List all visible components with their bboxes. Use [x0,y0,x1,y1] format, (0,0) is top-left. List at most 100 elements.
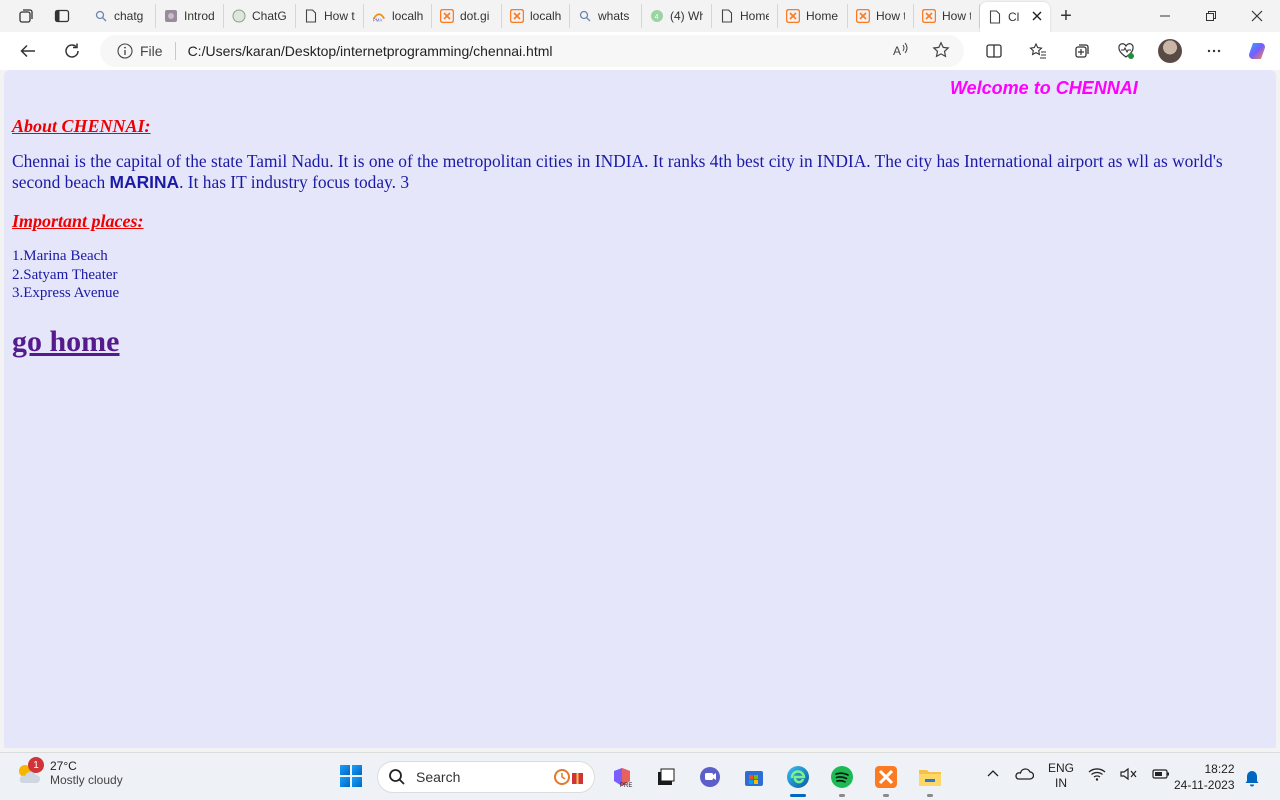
vertical-tabs-icon[interactable] [54,8,70,24]
taskbar-apps: PRE [604,761,948,797]
restore-button[interactable] [1188,0,1234,32]
chevron-up-icon[interactable] [986,767,1000,786]
tab[interactable]: Introd [156,4,224,28]
search-icon [94,9,108,23]
taskbar-app[interactable] [912,761,948,797]
search-placeholder: Search [416,769,461,785]
list-item: 2.Satyam Theater [12,266,118,283]
onedrive-cloud-icon[interactable] [1014,767,1035,786]
list-item: 1.Marina Beach [12,248,108,264]
refresh-button[interactable] [50,35,94,67]
close-window-button[interactable] [1234,0,1280,32]
page-icon [988,10,1002,24]
page-icon [304,9,318,23]
tab[interactable]: chatg [86,4,156,28]
copilot-button[interactable] [1236,36,1280,66]
task-view-icon [658,768,675,785]
file-explorer-icon [919,770,941,786]
scheme-label: File [140,43,163,59]
xampp-icon [856,9,870,23]
wifi-icon[interactable] [1088,767,1106,786]
tab-active[interactable]: Cl [980,2,1050,32]
m365-icon: PRE [614,768,632,789]
tab[interactable]: Home [712,4,778,28]
split-screen-button[interactable] [972,36,1016,66]
address-separator [174,42,176,60]
tab-label: Home [806,9,839,23]
profile-button[interactable] [1148,36,1192,66]
system-clock[interactable]: 18:22 24-11-2023 [1174,761,1235,793]
xampp-icon [922,9,936,23]
taskbar: 1 27°C Mostly cloudy Search PRE ENG IN 1… [0,752,1280,800]
close-tab-icon[interactable] [1032,10,1042,24]
taskbar-search[interactable]: Search [377,761,595,793]
favorites-icon [1029,42,1046,59]
tab[interactable]: whats [570,4,642,28]
svg-text:PMA: PMA [373,17,383,22]
go-home-link[interactable]: go home [12,325,120,359]
language-indicator[interactable]: ENG IN [1048,761,1074,791]
active-indicator [790,794,806,797]
workspaces-icon[interactable] [18,8,34,24]
clock-time: 18:22 [1204,762,1235,776]
refresh-icon [65,43,79,58]
start-button[interactable] [340,765,362,787]
system-tray: ENG IN [986,761,1170,791]
read-aloud-icon[interactable]: A [892,41,910,64]
weather-badge: 1 [28,757,44,773]
notification-bell-icon[interactable] [1244,769,1260,792]
url-text[interactable]: C:/Users/karan/Desktop/internetprogrammi… [188,43,553,59]
new-tab-button[interactable]: + [1050,4,1082,28]
avatar [1158,39,1182,63]
tab-label: localh [392,9,423,23]
minimize-button[interactable] [1142,0,1188,32]
tab[interactable]: 4 (4) Wh [642,4,712,28]
heart-pulse-icon [1118,43,1134,59]
taskbar-app[interactable] [824,761,860,797]
svg-text:4: 4 [655,14,659,21]
back-button[interactable] [6,35,50,67]
tab-label: localh [530,9,561,23]
address-bar[interactable]: File C:/Users/karan/Desktop/internetprog… [100,35,964,67]
tab-label: How t [942,9,971,23]
tab[interactable]: How t [848,4,914,28]
omnibox-actions: A [892,41,950,64]
microsoft-store-icon [745,771,763,786]
weather-widget[interactable]: 1 27°C Mostly cloudy [14,757,123,787]
search-icon [389,769,405,785]
taskbar-app[interactable] [648,761,684,793]
browser-essentials-button[interactable] [1104,36,1148,66]
tab[interactable]: How t [296,4,364,28]
running-indicator [927,794,933,797]
favorite-star-icon[interactable] [932,41,950,64]
tab-label: dot.gi [460,9,490,23]
lang-region: IN [1055,776,1067,790]
xampp-icon [786,9,800,23]
more-menu-button[interactable] [1192,36,1236,66]
tab[interactable]: ChatG [224,4,296,28]
tab[interactable]: dot.gi [432,4,502,28]
taskbar-app[interactable] [736,761,772,793]
tab[interactable]: Home [778,4,848,28]
tab[interactable]: localh [502,4,570,28]
favorites-button[interactable] [1016,36,1060,66]
chatgpt-icon [232,9,246,23]
tab[interactable]: PMA localh [364,4,432,28]
page-viewport: Welcome to CHENNAI About CHENNAI: Chenna… [4,70,1276,748]
tab-label: How t [876,9,905,23]
taskbar-app[interactable] [868,761,904,797]
tab-label: (4) Wh [670,9,703,23]
xampp-icon [510,9,524,23]
toolbar-right [972,36,1280,66]
copilot-icon [1249,43,1265,59]
battery-icon[interactable] [1152,767,1170,786]
whatsapp-icon: 4 [650,9,664,23]
back-arrow-icon [20,44,35,58]
tab[interactable]: How t [914,4,980,28]
volume-muted-icon[interactable] [1120,767,1138,786]
taskbar-app-edge[interactable] [780,761,816,797]
site-info-icon[interactable] [116,42,134,60]
collections-button[interactable] [1060,36,1104,66]
taskbar-app[interactable]: PRE [604,761,640,793]
taskbar-app[interactable] [692,761,728,793]
